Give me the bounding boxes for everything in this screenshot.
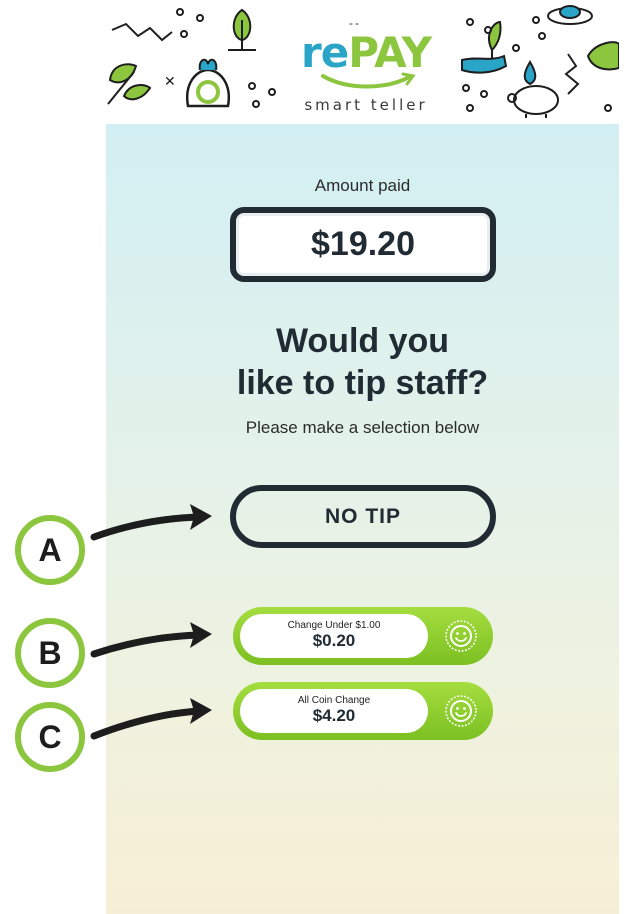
- tip-option-title: Change Under $1.00: [287, 620, 381, 631]
- no-tip-label: NO TIP: [324, 504, 401, 528]
- tip-option-title: All Coin Change: [297, 695, 371, 706]
- tip-all-coin-button[interactable]: All Coin Change $4.20: [233, 682, 493, 740]
- annotation-b-marker: B: [15, 618, 85, 688]
- annotation-letter: A: [38, 531, 62, 568]
- annotation-letter: B: [38, 634, 62, 671]
- tip-option-label-box: All Coin Change $4.20: [240, 689, 428, 733]
- tip-panel: Amount paid $19.20 Would you like to tip…: [106, 124, 619, 914]
- piggy-bank-icon: [507, 85, 559, 118]
- annotation-a-marker: A: [15, 515, 85, 585]
- tip-option-amount: $0.20: [312, 631, 356, 650]
- tip-change-under-button[interactable]: Change Under $1.00 $0.20: [233, 607, 493, 665]
- logo-pay: PAY: [348, 28, 432, 77]
- question-line-1: Would you: [275, 322, 450, 360]
- repay-logo: -- rePAY smart teller: [291, 16, 441, 120]
- logo-wordmark: rePAY: [291, 30, 441, 76]
- recycle-bag-icon: [185, 58, 231, 108]
- hand-plant-icon: [461, 20, 508, 74]
- annotation-c-marker: C: [15, 702, 85, 772]
- tip-question: Would you like to tip staff?: [106, 320, 619, 404]
- amount-value: $19.20: [311, 225, 415, 263]
- logo-subtitle: smart teller: [304, 96, 428, 114]
- selection-instruction: Please make a selection below: [245, 418, 480, 437]
- tip-option-label-box: Change Under $1.00 $0.20: [240, 614, 428, 658]
- annotation-letter: C: [38, 718, 62, 755]
- logo-dashes: --: [349, 16, 361, 30]
- logo-smile-icon: [321, 72, 416, 89]
- no-tip-button[interactable]: NO TIP: [230, 485, 496, 548]
- amount-display: $19.20: [230, 207, 496, 282]
- logo-re: re: [300, 28, 349, 77]
- tip-option-amount: $4.20: [312, 706, 356, 725]
- amount-label: Amount paid: [314, 176, 411, 195]
- question-line-2: like to tip staff?: [236, 364, 489, 402]
- zigzag-icon: [111, 22, 173, 42]
- leaf-icon: [586, 41, 619, 71]
- smiley-icon: [445, 695, 477, 727]
- smiley-icon: [445, 620, 477, 652]
- app-header: ✕ -- rePAY smart teller: [106, 0, 619, 124]
- svg-text:✕: ✕: [164, 74, 176, 90]
- leaves-icon: [107, 63, 152, 105]
- tree-icon: [228, 8, 256, 51]
